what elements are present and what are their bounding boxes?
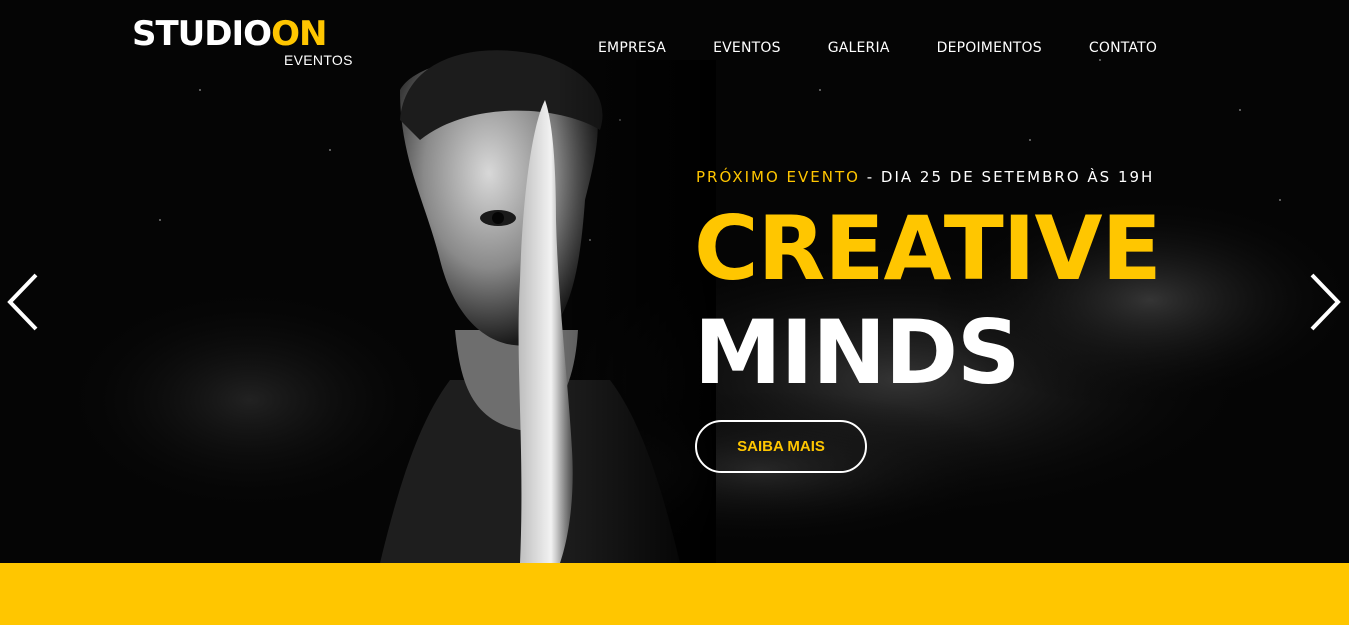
carousel-next-button[interactable] [1306, 272, 1342, 332]
nav-item-contato[interactable]: CONTATO [1089, 38, 1157, 58]
saiba-mais-button[interactable]: SAIBA MAIS [695, 420, 867, 473]
hero-title-line2: MINDS [694, 301, 1020, 404]
carousel-prev-button[interactable] [6, 272, 42, 332]
next-event-date: DIA 25 DE SETEMBRO ÀS 19H [880, 168, 1155, 186]
hero-title-line1: CREATIVE [694, 197, 1162, 300]
yellow-section-band [0, 563, 1349, 625]
logo-text-studio: STUDIO [132, 14, 272, 54]
logo-subtitle: EVENTOS [284, 52, 353, 68]
nav-item-galeria[interactable]: GALERIA [828, 38, 890, 58]
nav-item-depoimentos[interactable]: DEPOIMENTOS [937, 38, 1042, 58]
nav-item-eventos[interactable]: EVENTOS [713, 38, 781, 58]
logo-text-on: ON [271, 14, 327, 54]
next-event-separator: - [859, 168, 881, 186]
next-event-line: PRÓXIMO EVENTO - DIA 25 DE SETEMBRO ÀS 1… [696, 168, 1154, 186]
logo[interactable]: STUDIOON EVENTOS [132, 14, 352, 68]
nav-item-empresa[interactable]: EMPRESA [598, 38, 666, 58]
chevron-left-icon [7, 273, 38, 331]
hero-section: STUDIOON EVENTOS EMPRESA EVENTOS GALERIA… [0, 0, 1349, 563]
chevron-right-icon [1310, 273, 1341, 331]
next-event-label: PRÓXIMO EVENTO [696, 168, 860, 186]
main-nav: EMPRESA EVENTOS GALERIA DEPOIMENTOS CONT… [598, 38, 1157, 58]
logo-wordmark: STUDIOON [132, 14, 327, 54]
